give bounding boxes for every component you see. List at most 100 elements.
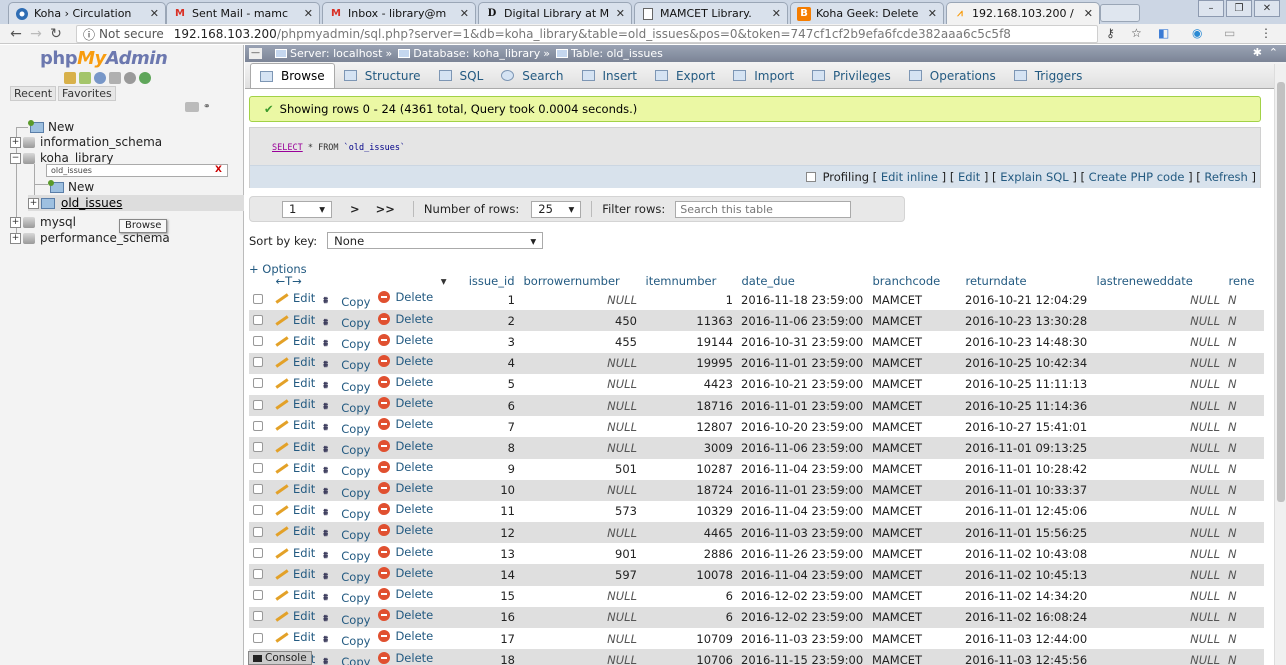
tab-insert[interactable]: Insert	[573, 63, 646, 88]
link-with-main-icon[interactable]: ⚭	[203, 102, 211, 112]
delete-row-button[interactable]: Delete	[378, 396, 433, 410]
cell-branchcode[interactable]: MAMCET	[868, 416, 961, 438]
cast-icon[interactable]: ▭	[1224, 26, 1235, 40]
cell-renewals[interactable]: N	[1224, 649, 1264, 665]
copy-row-button[interactable]: ⩩ Copy	[323, 528, 370, 542]
cell-borrowernumber[interactable]: 450	[519, 310, 641, 332]
row-checkbox[interactable]	[253, 441, 263, 452]
cell-itemnumber[interactable]: 4465	[641, 522, 737, 544]
edit-row-button[interactable]: Edit	[275, 440, 315, 454]
table-row[interactable]: Edit ⩩ Copy Delete 8 NULL 3009 2016-11-06 23:59…	[249, 437, 1264, 459]
delete-row-button[interactable]: Delete	[378, 523, 433, 537]
delete-row-button[interactable]: Delete	[378, 629, 433, 643]
edit-row-button[interactable]: Edit	[275, 334, 315, 348]
cell-returndate[interactable]: 2016-10-23 13:30:28	[961, 310, 1092, 332]
cell-lastreneweddate[interactable]: NULL	[1092, 500, 1224, 523]
cell-issue-id[interactable]: 4	[451, 352, 519, 374]
cell-issue-id[interactable]: 1	[451, 289, 519, 311]
cell-lastreneweddate[interactable]: NULL	[1092, 331, 1224, 353]
tab-search[interactable]: Search	[492, 63, 572, 88]
table-row[interactable]: Edit ⩩ Copy Delete 12 NULL 4465 2016-11-03 23:5…	[249, 522, 1264, 544]
row-checkbox[interactable]	[253, 463, 263, 474]
delete-row-button[interactable]: Delete	[378, 587, 433, 601]
table-row[interactable]: Edit ⩩ Copy Delete 13 901 2886 2016-11-26 23:59…	[249, 543, 1264, 565]
copy-row-button[interactable]: ⩩ Copy	[323, 464, 370, 478]
reload-icon[interactable]: ↻	[46, 26, 66, 42]
expand-icon[interactable]: +	[10, 232, 21, 244]
cell-returndate[interactable]: 2016-10-23 14:48:30	[961, 331, 1092, 353]
cell-returndate[interactable]: 2016-11-01 12:45:06	[961, 500, 1092, 523]
cell-branchcode[interactable]: MAMCET	[868, 352, 961, 374]
cell-branchcode[interactable]: MAMCET	[868, 458, 961, 480]
cell-renewals[interactable]: N	[1224, 352, 1264, 374]
delete-row-button[interactable]: Delete	[378, 481, 433, 495]
column-resize-icon[interactable]: ←T→	[276, 274, 302, 288]
menu-icon[interactable]: ⋮	[1260, 26, 1272, 40]
row-checkbox[interactable]	[253, 357, 263, 368]
collapse-icon[interactable]: −	[10, 152, 21, 164]
delete-row-button[interactable]: Delete	[378, 312, 433, 326]
cell-itemnumber[interactable]: 10329	[641, 500, 737, 523]
cell-date-due[interactable]: 2016-11-15 23:59:00	[737, 649, 868, 665]
edit-row-button[interactable]: Edit	[275, 355, 315, 369]
help-icon[interactable]	[94, 72, 106, 84]
back-icon[interactable]: ←	[6, 26, 26, 42]
extension-icon[interactable]: ◧	[1158, 26, 1169, 40]
copy-row-button[interactable]: ⩩ Copy	[323, 507, 370, 521]
edit-row-button[interactable]: Edit	[275, 524, 315, 538]
breadcrumb-table[interactable]: Table: old_issues	[571, 47, 663, 60]
row-checkbox[interactable]	[253, 484, 263, 495]
cell-itemnumber[interactable]: 12807	[641, 416, 737, 438]
cell-lastreneweddate[interactable]: NULL	[1092, 522, 1224, 544]
delete-row-button[interactable]: Delete	[378, 460, 433, 474]
copy-row-button[interactable]: ⩩ Copy	[323, 634, 370, 648]
copy-row-button[interactable]: ⩩ Copy	[323, 549, 370, 563]
cell-date-due[interactable]: 2016-11-03 23:59:00	[737, 522, 868, 544]
cell-issue-id[interactable]: 13	[451, 543, 519, 565]
cell-date-due[interactable]: 2016-10-20 23:59:00	[737, 416, 868, 438]
delete-row-button[interactable]: Delete	[378, 333, 433, 347]
cell-renewals[interactable]: N	[1224, 331, 1264, 353]
close-icon[interactable]: ✕	[460, 7, 469, 20]
row-checkbox[interactable]	[253, 399, 263, 410]
tree-db-information-schema[interactable]: + information_schema	[10, 134, 162, 150]
expand-icon[interactable]: +	[28, 197, 39, 209]
copy-row-button[interactable]: ⩩ Copy	[323, 295, 370, 309]
edit-row-button[interactable]: Edit	[275, 609, 315, 623]
table-row[interactable]: Edit ⩩ Copy Delete 14 597 10078 2016-11-04 23:5…	[249, 564, 1264, 586]
scroll-top-icon[interactable]: ⌃	[1269, 46, 1278, 59]
cell-issue-id[interactable]: 7	[451, 416, 519, 438]
cell-itemnumber[interactable]: 6	[641, 585, 737, 607]
cell-borrowernumber[interactable]: NULL	[519, 522, 641, 544]
cell-itemnumber[interactable]: 6	[641, 606, 737, 628]
edit-row-button[interactable]: Edit	[275, 482, 315, 496]
cell-issue-id[interactable]: 16	[451, 606, 519, 628]
cell-date-due[interactable]: 2016-10-31 23:59:00	[737, 331, 868, 353]
cell-branchcode[interactable]: MAMCET	[868, 373, 961, 395]
cell-branchcode[interactable]: MAMCET	[868, 543, 961, 565]
tab-operations[interactable]: Operations	[900, 63, 1005, 88]
close-icon[interactable]: ✕	[928, 7, 937, 20]
delete-row-button[interactable]: Delete	[378, 545, 433, 559]
cell-borrowernumber[interactable]: 455	[519, 331, 641, 353]
create-php-code-link[interactable]: Create PHP code	[1089, 170, 1185, 184]
cell-borrowernumber[interactable]: NULL	[519, 289, 641, 311]
edit-row-button[interactable]: Edit	[275, 567, 315, 581]
cell-borrowernumber[interactable]: NULL	[519, 416, 641, 438]
table-row[interactable]: Edit ⩩ Copy Delete 3 455 19144 2016-10-31 23:59…	[249, 331, 1264, 353]
row-checkbox[interactable]	[253, 526, 263, 537]
cell-renewals[interactable]: N	[1224, 394, 1264, 417]
tab-privileges[interactable]: Privileges	[803, 63, 900, 88]
cell-returndate[interactable]: 2016-10-27 15:41:01	[961, 416, 1092, 438]
cell-borrowernumber[interactable]: 597	[519, 564, 641, 586]
row-checkbox[interactable]	[253, 378, 263, 389]
browser-tab[interactable]: M Inbox - library@m ✕	[322, 2, 476, 24]
favorites-tab[interactable]: Favorites	[58, 86, 116, 101]
home-icon[interactable]	[64, 72, 76, 84]
cell-itemnumber[interactable]: 11363	[641, 310, 737, 332]
cell-renewals[interactable]: N	[1224, 416, 1264, 438]
cell-borrowernumber[interactable]: NULL	[519, 352, 641, 374]
table-row[interactable]: Edit⩩CopyDelete18NULL107062016-11-15 23:…	[249, 649, 1264, 665]
cell-date-due[interactable]: 2016-10-21 23:59:00	[737, 373, 868, 395]
gear-icon[interactable]: ✱	[1253, 46, 1262, 59]
